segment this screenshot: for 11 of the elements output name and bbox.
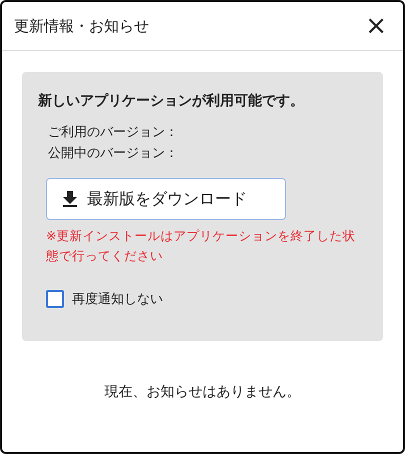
notice-text: 現在、お知らせはありません。 (104, 383, 302, 401)
warning-text: ※更新インストールはアプリケーションを終了した状態で行ってください (46, 227, 356, 265)
window-title: 更新情報・お知らせ (14, 16, 149, 36)
download-button[interactable]: 最新版をダウンロード (46, 178, 286, 220)
checkbox-label[interactable]: 再度通知しない (72, 290, 163, 308)
checkbox[interactable] (46, 290, 64, 308)
version-label: ご利用のバージョン： (48, 124, 179, 142)
close-button[interactable]: × (361, 13, 391, 39)
version-label: 公開中のバージョン： (48, 145, 179, 163)
download-icon (63, 191, 77, 207)
panel-heading: 新しいアプリケーションが利用可能です。 (38, 92, 305, 110)
